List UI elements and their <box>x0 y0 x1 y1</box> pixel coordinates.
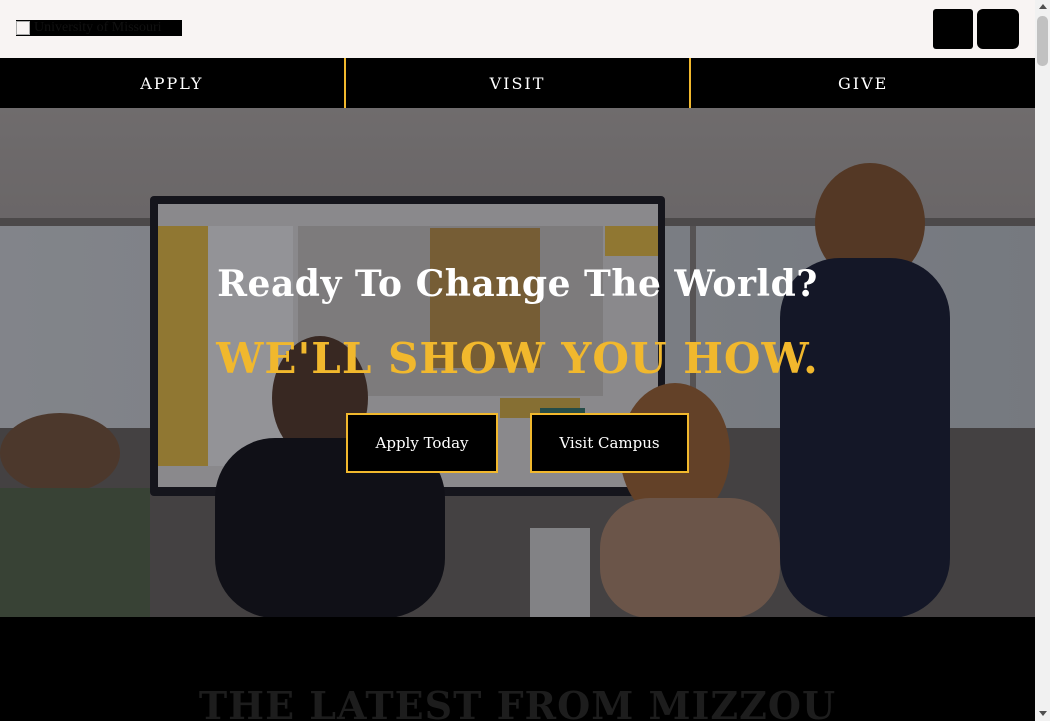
page-scrollbar[interactable] <box>1035 0 1050 721</box>
nav-give[interactable]: GIVE <box>689 58 1035 108</box>
quick-nav: APPLY VISIT GIVE <box>0 58 1035 108</box>
university-logo[interactable]: University of Missouri <box>16 20 182 36</box>
latest-news-section: THE LATEST FROM MIZZOU <box>0 617 1035 721</box>
latest-title: THE LATEST FROM MIZZOU <box>198 683 837 721</box>
broken-image-icon <box>16 21 30 35</box>
hero-subtitle: WE'LL SHOW YOU HOW. <box>216 334 819 383</box>
hero-section: Ready To Change The World? WE'LL SHOW YO… <box>0 108 1035 617</box>
logo-alt-text: University of Missouri <box>34 20 162 35</box>
scroll-down-arrow-icon[interactable] <box>1039 711 1047 716</box>
scroll-thumb[interactable] <box>1037 16 1048 66</box>
apply-today-button[interactable]: Apply Today <box>346 413 498 473</box>
page: University of Missouri APPLY VISIT GIVE <box>0 0 1035 721</box>
visit-campus-button[interactable]: Visit Campus <box>530 413 689 473</box>
nav-visit[interactable]: VISIT <box>343 58 690 108</box>
menu-button[interactable] <box>977 9 1019 49</box>
site-header: University of Missouri <box>0 0 1035 58</box>
search-button[interactable] <box>933 9 973 49</box>
hero-title: Ready To Change The World? <box>217 263 818 305</box>
nav-apply[interactable]: APPLY <box>0 58 344 108</box>
scroll-up-arrow-icon[interactable] <box>1039 4 1047 9</box>
